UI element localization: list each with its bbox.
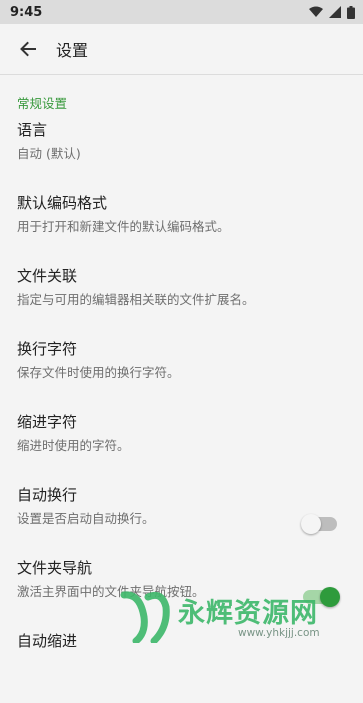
pref-summary: 自动 (默认) bbox=[17, 146, 81, 161]
pref-indent-char[interactable]: 缩进字符 缩进时使用的字符。 bbox=[0, 411, 363, 484]
pref-title: 默认编码格式 bbox=[17, 194, 108, 212]
status-bar: 9:45 bbox=[0, 0, 363, 24]
status-time: 9:45 bbox=[10, 4, 43, 20]
word-wrap-toggle[interactable] bbox=[301, 514, 337, 534]
section-header-general: 常规设置 bbox=[17, 96, 68, 111]
status-icons bbox=[309, 5, 355, 19]
folder-navigation-toggle[interactable] bbox=[303, 587, 340, 607]
pref-file-association[interactable]: 文件关联 指定与可用的编辑器相关联的文件扩展名。 bbox=[0, 265, 363, 338]
signal-icon bbox=[329, 6, 341, 18]
app-bar: 设置 bbox=[0, 24, 363, 75]
pref-title: 自动缩进 bbox=[17, 632, 78, 650]
pref-summary: 指定与可用的编辑器相关联的文件扩展名。 bbox=[17, 292, 255, 307]
pref-title: 换行字符 bbox=[17, 340, 78, 358]
switch-thumb bbox=[320, 587, 340, 607]
pref-word-wrap[interactable]: 自动换行 设置是否启动自动换行。 bbox=[0, 484, 363, 557]
pref-title: 自动换行 bbox=[17, 486, 78, 504]
arrow-back-icon bbox=[20, 41, 36, 57]
pref-summary: 缩进时使用的字符。 bbox=[17, 438, 130, 453]
pref-title: 文件关联 bbox=[17, 267, 78, 285]
pref-auto-indent[interactable]: 自动缩进 bbox=[0, 630, 363, 703]
battery-icon bbox=[347, 5, 355, 19]
pref-line-ending[interactable]: 换行字符 保存文件时使用的换行字符。 bbox=[0, 338, 363, 411]
pref-summary: 保存文件时使用的换行字符。 bbox=[17, 365, 180, 380]
back-button[interactable] bbox=[0, 24, 56, 74]
pref-default-encoding[interactable]: 默认编码格式 用于打开和新建文件的默认编码格式。 bbox=[0, 192, 363, 265]
switch-thumb bbox=[301, 514, 321, 534]
pref-title: 文件夹导航 bbox=[17, 559, 93, 577]
pref-summary: 用于打开和新建文件的默认编码格式。 bbox=[17, 219, 230, 234]
pref-folder-navigation[interactable]: 文件夹导航 激活主界面中的文件夹导航按钮。 bbox=[0, 557, 363, 630]
wifi-icon bbox=[309, 6, 323, 17]
pref-title: 缩进字符 bbox=[17, 413, 78, 431]
pref-title: 语言 bbox=[17, 121, 48, 139]
pref-language[interactable]: 语言 自动 (默认) bbox=[0, 119, 363, 192]
page-title: 设置 bbox=[56, 41, 89, 60]
